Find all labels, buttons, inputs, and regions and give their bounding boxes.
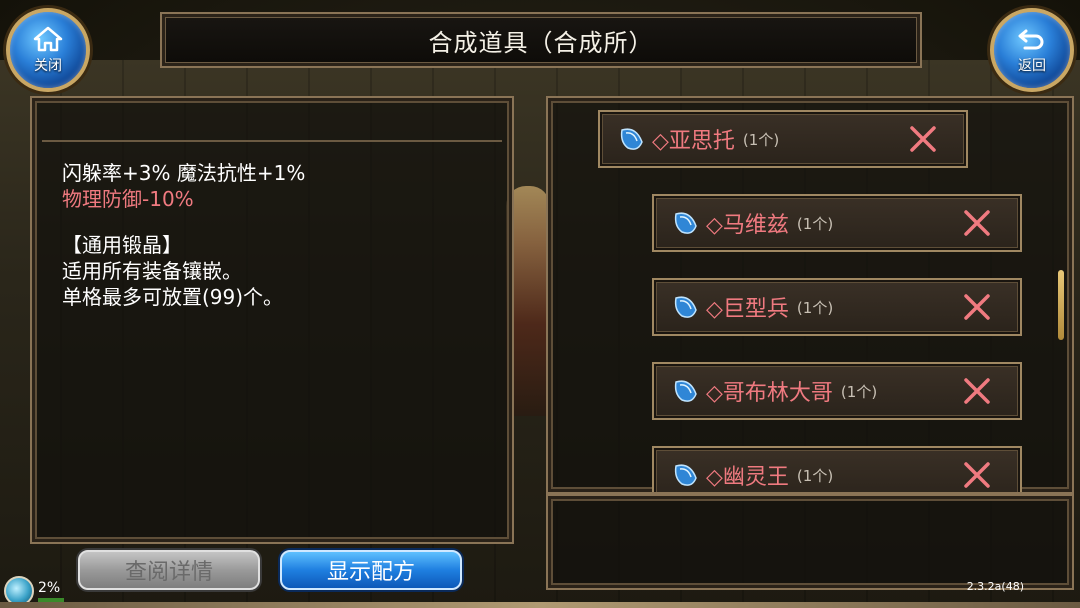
- page-title: 合成道具（合成所）: [428, 28, 654, 57]
- material-item[interactable]: ◇亚思托 (1个): [598, 110, 968, 168]
- remove-x-icon[interactable]: [962, 208, 992, 238]
- material-name: ◇幽灵王: [706, 465, 789, 490]
- stats-line: 闪躲率+3% 魔法抗性+1%: [62, 161, 306, 185]
- stack-line: 单格最多可放置(99)个。: [62, 285, 284, 309]
- view-details-button[interactable]: 查阅详情: [78, 550, 260, 590]
- description-header-strip: [42, 106, 502, 142]
- material-item[interactable]: ◇幽灵王 (1个): [652, 446, 1022, 492]
- material-qty: (1个): [796, 466, 834, 485]
- material-name: ◇亚思托: [652, 129, 735, 154]
- blue-gem-icon: [674, 380, 697, 402]
- version-label: 2.3.2a(48): [966, 580, 1024, 593]
- material-qty: (1个): [796, 298, 834, 317]
- blue-gem-icon: [674, 464, 697, 486]
- title-bar: 合成道具（合成所）: [160, 12, 922, 68]
- material-qty: (1个): [840, 382, 878, 401]
- remove-x-icon[interactable]: [962, 460, 992, 490]
- remove-x-icon[interactable]: [962, 292, 992, 322]
- remove-x-icon[interactable]: [962, 376, 992, 406]
- category-line: 【通用锻晶】: [62, 233, 182, 257]
- materials-scrollbar[interactable]: [1058, 270, 1064, 340]
- material-name: ◇巨型兵: [706, 297, 789, 322]
- progress-percent: 2%: [38, 580, 61, 596]
- home-icon: [33, 26, 63, 52]
- material-qty: (1个): [742, 130, 780, 149]
- close-button[interactable]: 关闭: [6, 8, 90, 92]
- remove-x-icon[interactable]: [908, 124, 938, 154]
- material-item[interactable]: ◇巨型兵 (1个): [652, 278, 1022, 336]
- bottom-frame-strip: [0, 602, 1080, 608]
- blue-gem-icon: [674, 296, 697, 318]
- penalty-line: 物理防御-10%: [62, 187, 194, 211]
- show-recipe-button[interactable]: 显示配方: [280, 550, 462, 590]
- back-button[interactable]: 返回: [990, 8, 1074, 92]
- material-qty: (1个): [796, 214, 834, 233]
- usage-line: 适用所有装备镶嵌。: [62, 259, 242, 283]
- material-name: ◇马维兹: [706, 213, 789, 238]
- material-item[interactable]: ◇马维兹 (1个): [652, 194, 1022, 252]
- material-item[interactable]: ◇哥布林大哥 (1个): [652, 362, 1022, 420]
- item-description-panel: 闪躲率+3% 魔法抗性+1% 物理防御-10% 【通用锻晶】 适用所有装备镶嵌。…: [30, 96, 514, 544]
- blue-gem-icon: [620, 128, 643, 150]
- return-arrow-icon: [1018, 29, 1044, 50]
- materials-list[interactable]: ◇亚思托 (1个) ◇马维兹 (1个) ◇巨型兵 (1个) ◇哥布林大哥 (1个…: [548, 100, 1048, 492]
- close-button-label: 关闭: [34, 58, 62, 74]
- item-description: 闪躲率+3% 魔法抗性+1% 物理防御-10% 【通用锻晶】 适用所有装备镶嵌。…: [62, 160, 492, 310]
- material-name: ◇哥布林大哥: [706, 381, 833, 406]
- blue-gem-icon: [674, 212, 697, 234]
- back-button-label: 返回: [1018, 58, 1046, 74]
- result-panel: [546, 494, 1074, 590]
